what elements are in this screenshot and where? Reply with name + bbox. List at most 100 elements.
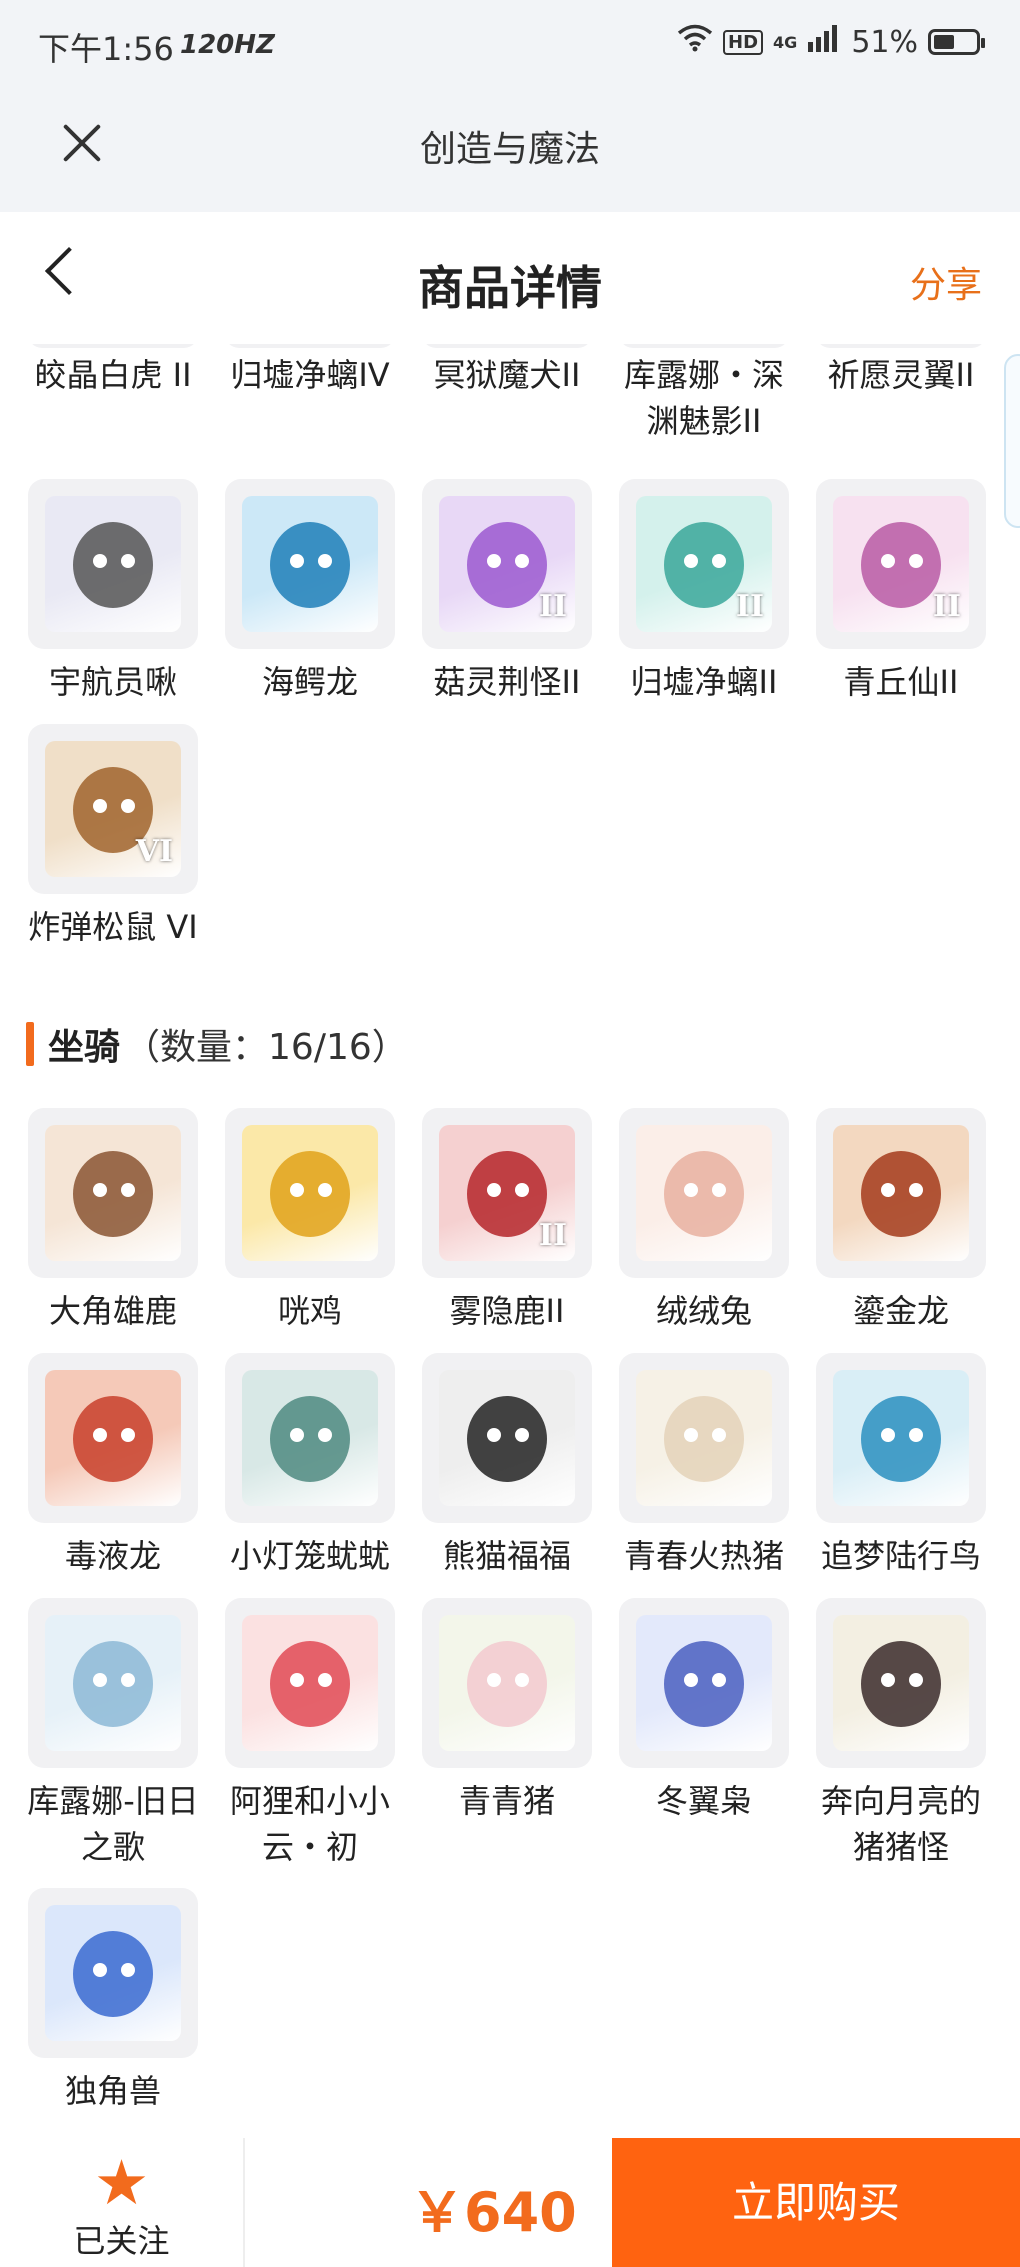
pet-item[interactable]: 祈愿灵翼II	[814, 344, 988, 398]
mount-thumbnail	[28, 1888, 198, 2058]
divider	[243, 2138, 245, 2267]
tier-badge: II	[735, 589, 764, 624]
status-time: 下午1:56	[38, 30, 174, 68]
product-content[interactable]: 皎晶白虎 II 归墟净螭IV 冥狱魔犬II 库露娜・深渊魅影II 祈愿灵翼II 宇航员啾 海…	[0, 344, 1020, 2138]
pet-name: 皎晶白虎 II	[34, 356, 192, 394]
mount-name: 绒绒兔	[655, 1292, 752, 1330]
price: ￥640	[410, 2181, 577, 2244]
mount-image	[439, 1615, 575, 1751]
pet-thumbnail: II	[619, 479, 789, 649]
follow-button[interactable]: ★ 已关注	[0, 2138, 243, 2267]
page-nav: 商品详情 分享	[0, 212, 1020, 344]
battery-level	[934, 35, 954, 49]
section-header-mounts: 坐骑 （数量：16/16）	[26, 1019, 408, 1069]
pet-thumbnail	[28, 344, 198, 348]
pet-item[interactable]: 归墟净螭IV	[223, 344, 397, 398]
mount-thumbnail	[28, 1108, 198, 1278]
pet-name: 祈愿灵翼II	[827, 356, 975, 394]
mount-item[interactable]: 大角雄鹿	[26, 1108, 200, 1334]
mount-item[interactable]: 库露娜-旧日之歌	[26, 1598, 200, 1870]
pet-thumbnail: II	[816, 479, 986, 649]
mount-item[interactable]: 冬翼枭	[617, 1598, 791, 1824]
pet-image: II	[833, 496, 969, 632]
pet-thumbnail	[619, 344, 789, 348]
pet-item[interactable]: II 菇灵荆怪II	[420, 479, 594, 705]
section-accent-bar	[26, 1022, 34, 1066]
follow-label: 已关注	[73, 2222, 170, 2260]
mount-image	[45, 1370, 181, 1506]
app-header: 创造与魔法	[0, 90, 1020, 212]
pet-name: 菇灵荆怪II	[433, 663, 581, 701]
pet-item[interactable]: VI 炸弹松鼠 VI	[26, 724, 200, 950]
mount-item[interactable]: 小灯笼蚘蚘	[223, 1353, 397, 1579]
pet-item[interactable]: II 青丘仙II	[814, 479, 988, 705]
mount-name: 独角兽	[64, 2072, 161, 2110]
battery-percent: 51%	[851, 24, 918, 60]
pet-thumbnail	[225, 479, 395, 649]
mount-image	[636, 1125, 772, 1261]
mount-item[interactable]: 青春火热猪	[617, 1353, 791, 1579]
side-handle[interactable]	[1004, 354, 1020, 528]
pet-name: 归墟净螭II	[630, 663, 778, 701]
mount-item[interactable]: 咣鸡	[223, 1108, 397, 1334]
mount-item[interactable]: 独角兽	[26, 1888, 200, 2114]
network-label: 4G	[773, 32, 798, 52]
mount-item[interactable]: 奔向月亮的猪猪怪	[814, 1598, 988, 1870]
mount-name: 冬翼枭	[655, 1782, 752, 1820]
tier-badge: II	[932, 589, 961, 624]
wifi-icon	[677, 24, 713, 60]
hd-icon: HD	[723, 29, 764, 55]
mount-name: 熊猫福福	[442, 1537, 571, 1575]
mount-image	[833, 1370, 969, 1506]
pet-thumbnail: VI	[28, 724, 198, 894]
mount-item[interactable]: 熊猫福福	[420, 1353, 594, 1579]
mount-item[interactable]: 追梦陆行鸟	[814, 1353, 988, 1579]
pet-name: 青丘仙II	[843, 663, 959, 701]
mount-thumbnail	[816, 1108, 986, 1278]
pet-item[interactable]: 宇航员啾	[26, 479, 200, 705]
mount-item[interactable]: 绒绒兔	[617, 1108, 791, 1334]
mount-name: 青青猪	[458, 1782, 555, 1820]
pet-item[interactable]: 皎晶白虎 II	[26, 344, 200, 398]
mount-image	[242, 1615, 378, 1751]
pet-item[interactable]: II 归墟净螭II	[617, 479, 791, 705]
pet-image: II	[439, 496, 575, 632]
pet-name: 归墟净螭IV	[230, 356, 390, 394]
share-button[interactable]: 分享	[910, 256, 982, 308]
mount-name: 青春火热猪	[623, 1537, 784, 1575]
mount-image	[45, 1615, 181, 1751]
mount-thumbnail	[28, 1353, 198, 1523]
pet-thumbnail: II	[422, 479, 592, 649]
mount-name: 大角雄鹿	[48, 1292, 177, 1330]
buy-now-button[interactable]: 立即购买	[612, 2138, 1020, 2267]
mount-thumbnail	[225, 1598, 395, 1768]
mount-thumbnail	[422, 1353, 592, 1523]
tier-badge: II	[538, 589, 567, 624]
pet-image	[45, 496, 181, 632]
bottom-bar: ★ 已关注 ￥640 立即购买	[0, 2138, 1020, 2267]
mount-item[interactable]: 鎏金龙	[814, 1108, 988, 1334]
mount-name: 咣鸡	[277, 1292, 342, 1330]
pet-image: VI	[45, 741, 181, 877]
pet-name: 海鳄龙	[261, 663, 358, 701]
mount-item[interactable]: 青青猪	[420, 1598, 594, 1824]
pet-item[interactable]: 库露娜・深渊魅影II	[617, 344, 791, 444]
mount-thumbnail	[816, 1598, 986, 1768]
mount-image	[636, 1615, 772, 1751]
mount-thumbnail	[422, 1598, 592, 1768]
refresh-rate-indicator: 120HZ	[180, 30, 275, 60]
mount-image	[439, 1370, 575, 1506]
pet-item[interactable]: 海鳄龙	[223, 479, 397, 705]
mount-thumbnail	[225, 1108, 395, 1278]
mount-item[interactable]: 毒液龙	[26, 1353, 200, 1579]
section-count: （数量：16/16）	[124, 1027, 408, 1068]
pet-name: 冥狱魔犬II	[433, 356, 581, 394]
pet-item[interactable]: 冥狱魔犬II	[420, 344, 594, 398]
pet-thumbnail	[816, 344, 986, 348]
mount-image	[636, 1370, 772, 1506]
mount-image	[833, 1615, 969, 1751]
mount-name: 雾隐鹿II	[449, 1292, 565, 1330]
mount-item[interactable]: 阿狸和小小云・初	[223, 1598, 397, 1870]
app-title: 创造与魔法	[419, 129, 600, 170]
mount-item[interactable]: II 雾隐鹿II	[420, 1108, 594, 1334]
